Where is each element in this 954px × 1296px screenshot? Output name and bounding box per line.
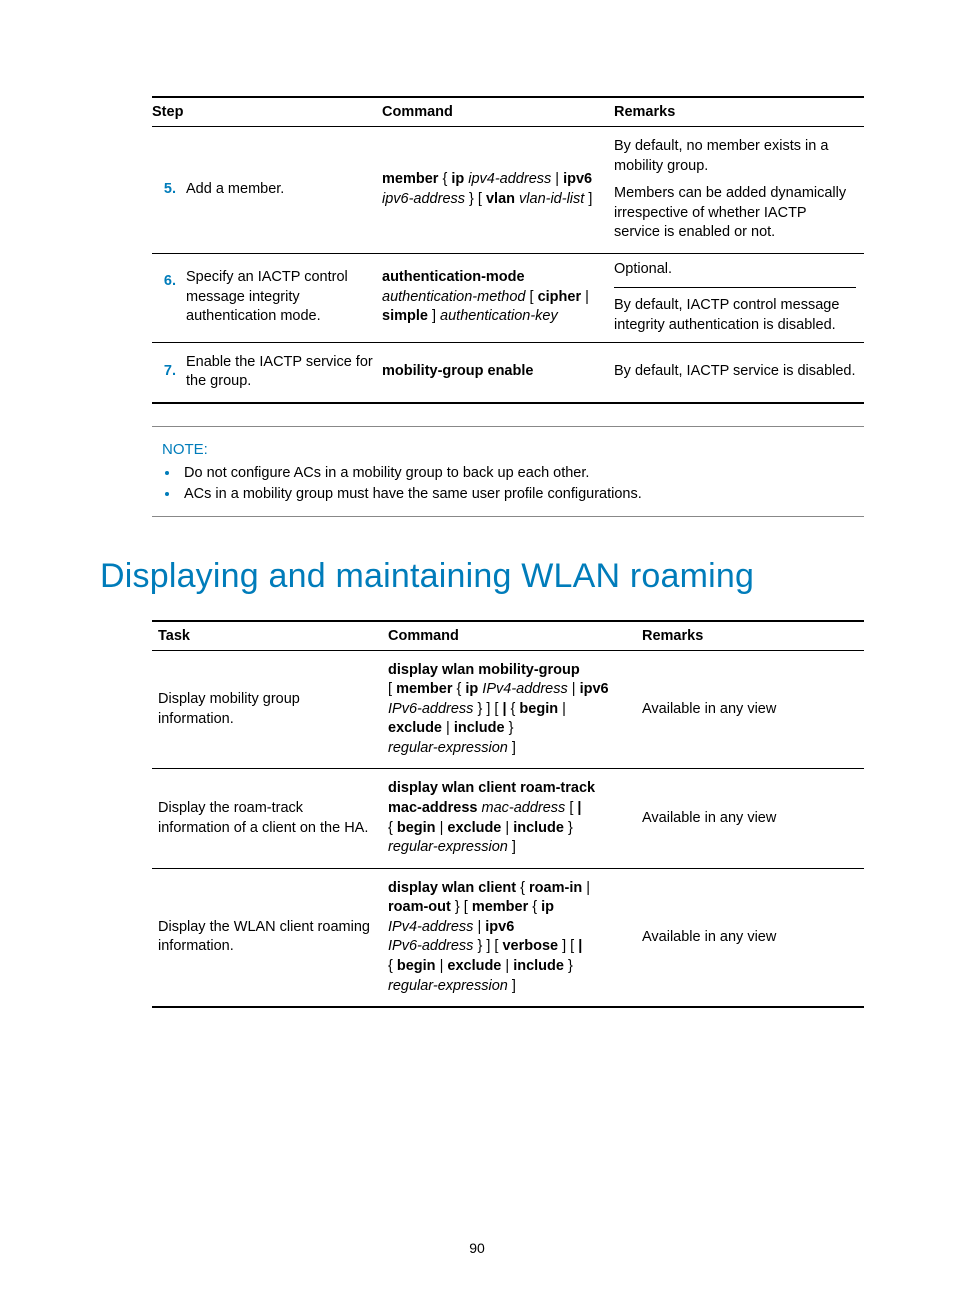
- step-command: authentication-mode authentication-metho…: [382, 253, 614, 342]
- step-desc: Add a member.: [186, 127, 382, 254]
- task-desc: Display the WLAN client roaming informat…: [152, 868, 382, 1007]
- step-command: mobility-group enable: [382, 342, 614, 403]
- step-remarks: By default, no member exists in a mobili…: [614, 127, 864, 254]
- task-desc: Display the roam-track information of a …: [152, 769, 382, 868]
- note-item: ACs in a mobility group must have the sa…: [180, 485, 864, 502]
- task-remarks: Available in any view: [636, 650, 864, 769]
- task-remarks: Available in any view: [636, 769, 864, 868]
- task-command: display wlan mobility-group [ member { i…: [382, 650, 636, 769]
- note-box: NOTE: Do not configure ACs in a mobility…: [152, 426, 864, 517]
- section-heading: Displaying and maintaining WLAN roaming: [100, 557, 864, 596]
- step-command: member { ip ipv4-address | ipv6 ipv6-add…: [382, 127, 614, 254]
- task-command: display wlan client { roam-in | roam-out…: [382, 868, 636, 1007]
- note-item: Do not configure ACs in a mobility group…: [180, 464, 864, 481]
- task-desc: Display mobility group information.: [152, 650, 382, 769]
- note-label: NOTE:: [162, 441, 864, 458]
- page-number: 90: [0, 1240, 954, 1256]
- th-command: Command: [382, 621, 636, 651]
- tasks-table: Task Command Remarks Display mobility gr…: [152, 620, 864, 1008]
- step-desc: Enable the IACTP service for the group.: [186, 342, 382, 403]
- th-remarks: Remarks: [636, 621, 864, 651]
- task-remarks: Available in any view: [636, 868, 864, 1007]
- th-command: Command: [382, 97, 614, 127]
- th-step: Step: [152, 97, 382, 127]
- step-number: 7.: [152, 342, 186, 403]
- step-desc: Specify an IACTP control message integri…: [186, 253, 382, 342]
- step-remarks: By default, IACTP service is disabled.: [614, 342, 864, 403]
- step-number: 5.: [152, 127, 186, 254]
- th-remarks: Remarks: [614, 97, 864, 127]
- th-task: Task: [152, 621, 382, 651]
- step-remarks: Optional. By default, IACTP control mess…: [614, 253, 864, 342]
- task-command: display wlan client roam-track mac-addre…: [382, 769, 636, 868]
- steps-table: Step Command Remarks 5. Add a member. me…: [152, 96, 864, 404]
- step-number: 6.: [152, 253, 186, 342]
